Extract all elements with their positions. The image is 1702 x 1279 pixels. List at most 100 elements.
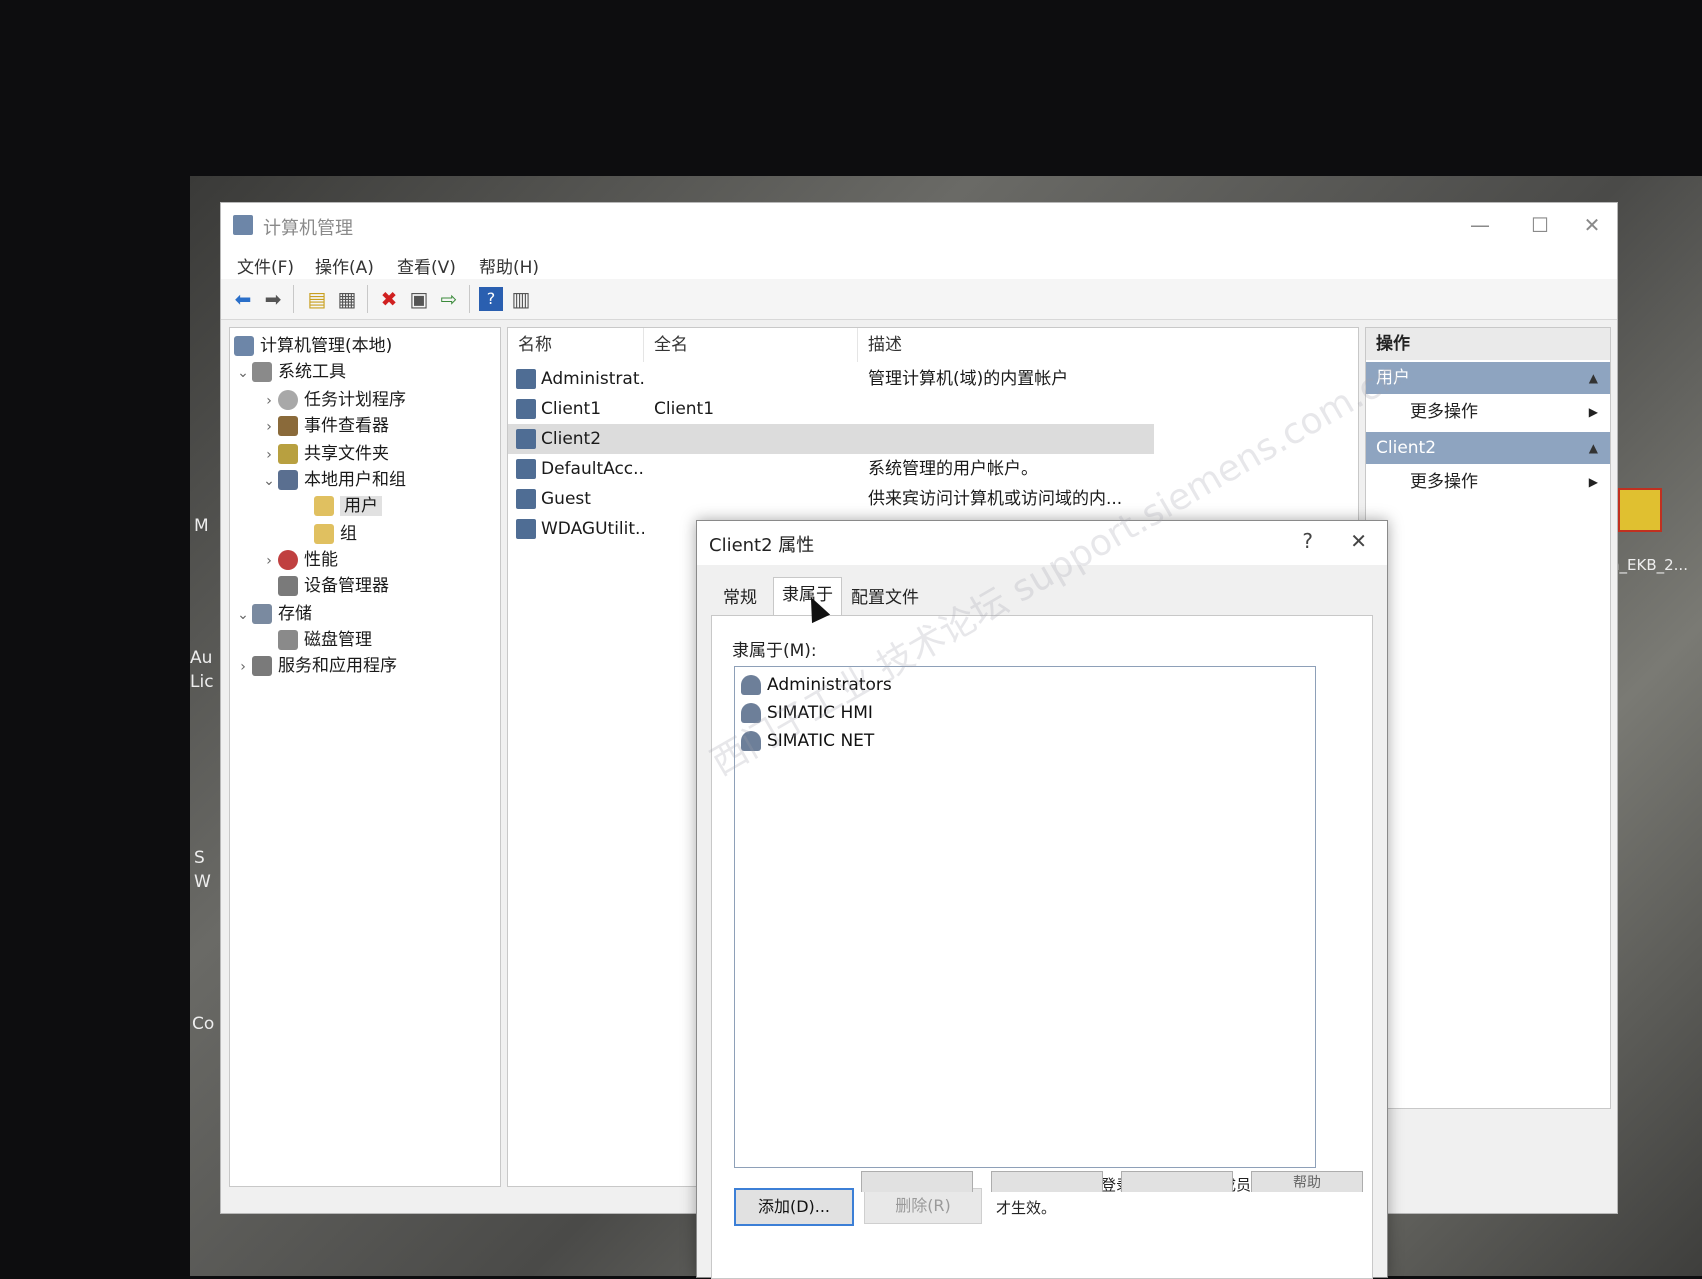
close-icon[interactable]: ✕: [1350, 529, 1367, 553]
tree-item-event-viewer[interactable]: › 事件查看器: [260, 412, 389, 440]
more-actions-label: 更多操作: [1410, 472, 1478, 492]
chevron-right-icon[interactable]: ›: [260, 547, 278, 575]
chevron-down-icon[interactable]: ⌄: [234, 359, 252, 387]
tree-item-shared-folders[interactable]: › 共享文件夹: [260, 440, 389, 468]
action-pane-icon[interactable]: ▥: [509, 287, 533, 311]
close-icon[interactable]: ✕: [1575, 211, 1609, 239]
desktop-icon-label: M: [194, 516, 209, 536]
tree-item-users[interactable]: 用户: [314, 492, 382, 520]
desktop-icon-label: W: [194, 872, 211, 892]
group-name: SIMATIC HMI: [767, 703, 873, 723]
list-item[interactable]: SIMATIC HMI: [741, 699, 873, 727]
list-item[interactable]: SIMATIC NET: [741, 727, 874, 755]
tree-item-services-apps[interactable]: › 服务和应用程序: [234, 652, 397, 680]
actions-group-label: 用户: [1376, 368, 1410, 388]
table-row[interactable]: Administrat... 管理计算机(域)的内置帐户: [508, 364, 1358, 394]
desktop-app-icon[interactable]: [1618, 488, 1662, 532]
column-header-description[interactable]: 描述: [858, 328, 1358, 362]
ok-button[interactable]: [861, 1171, 973, 1192]
actions-group-users[interactable]: 用户 ▲: [1366, 362, 1610, 394]
remove-button[interactable]: 删除(R): [864, 1188, 982, 1224]
more-actions-item[interactable]: 更多操作 ▶: [1366, 396, 1610, 428]
clock-icon: [278, 390, 298, 410]
back-arrow-icon[interactable]: ⬅: [231, 287, 255, 311]
table-row[interactable]: Client1 Client1: [508, 394, 1358, 424]
tree-item-groups[interactable]: 组: [314, 520, 357, 548]
folder-icon: [314, 496, 334, 516]
toolbar-separator: [293, 285, 294, 313]
show-hide-tree-icon[interactable]: ▦: [335, 287, 359, 311]
delete-icon[interactable]: ✖: [377, 287, 401, 311]
desktop-icon-label: Au: [190, 648, 213, 668]
chevron-right-icon[interactable]: ›: [234, 653, 252, 681]
tree-item-system-tools[interactable]: ⌄ 系统工具: [234, 358, 346, 386]
chevron-down-icon[interactable]: ⌄: [234, 601, 252, 629]
chevron-down-icon[interactable]: ⌄: [260, 467, 278, 495]
tree-item-disk-management[interactable]: 磁盘管理: [278, 626, 372, 654]
user-icon: [516, 369, 536, 389]
actions-title: 操作: [1366, 328, 1610, 360]
user-name: DefaultAcc...: [541, 459, 644, 479]
disk-icon: [278, 630, 298, 650]
shared-folder-icon: [278, 444, 298, 464]
forward-arrow-icon[interactable]: ➡: [261, 287, 285, 311]
tools-icon: [252, 362, 272, 382]
toolbar-separator: [469, 285, 470, 313]
tab-profile[interactable]: 配置文件: [843, 581, 927, 615]
chevron-right-icon[interactable]: ›: [260, 413, 278, 441]
chevron-right-icon[interactable]: ›: [260, 387, 278, 415]
tree-item-device-manager[interactable]: 设备管理器: [278, 572, 389, 600]
member-of-label: 隶属于(M):: [732, 641, 817, 661]
tree-item-local-users-groups[interactable]: ⌄ 本地用户和组: [260, 466, 406, 494]
dialog-title: Client2 属性: [709, 535, 815, 556]
tree-item-task-scheduler[interactable]: › 任务计划程序: [260, 386, 406, 414]
menu-help[interactable]: 帮助(H): [479, 253, 539, 278]
actions-group-client2[interactable]: Client2 ▲: [1366, 432, 1610, 464]
list-item[interactable]: Administrators: [741, 671, 892, 699]
table-row[interactable]: Guest 供来宾访问计算机或访问域的内...: [508, 484, 1358, 514]
more-actions-label: 更多操作: [1410, 402, 1478, 422]
user-name: WDAGUtilit...: [541, 519, 644, 539]
minimize-icon[interactable]: —: [1463, 211, 1497, 239]
tree-item-root[interactable]: 计算机管理(本地): [234, 332, 392, 360]
desktop-icon-label: Co: [192, 1014, 215, 1034]
toolbar-separator: [367, 285, 368, 313]
help-icon[interactable]: ?: [479, 287, 503, 311]
chevron-right-icon[interactable]: ›: [260, 441, 278, 469]
collapse-up-icon[interactable]: ▲: [1589, 432, 1598, 464]
tab-general[interactable]: 常规: [715, 581, 765, 615]
title-bar[interactable]: 计算机管理 — ☐ ✕: [221, 203, 1617, 247]
submenu-arrow-icon: ▶: [1588, 475, 1598, 489]
more-actions-item[interactable]: 更多操作 ▶: [1366, 466, 1610, 498]
group-membership-list[interactable]: Administrators SIMATIC HMI SIMATIC NET: [734, 666, 1316, 1168]
maximize-icon[interactable]: ☐: [1523, 211, 1557, 239]
export-list-icon[interactable]: ⇨: [437, 287, 461, 311]
table-row[interactable]: DefaultAcc... 系统管理的用户帐户。: [508, 454, 1358, 484]
menu-action[interactable]: 操作(A): [315, 253, 374, 278]
group-icon: [741, 731, 761, 751]
cancel-button[interactable]: [991, 1171, 1103, 1192]
tree-item-performance[interactable]: › 性能: [260, 546, 338, 574]
event-log-icon: [278, 416, 298, 436]
collapse-up-icon[interactable]: ▲: [1589, 362, 1598, 394]
add-button[interactable]: 添加(D)...: [734, 1188, 854, 1226]
apply-button[interactable]: [1121, 1171, 1233, 1192]
dialog-title-bar[interactable]: Client2 属性 ? ✕: [697, 521, 1387, 565]
help-button[interactable]: 帮助: [1251, 1171, 1363, 1192]
desktop-icon-label: Lic: [190, 672, 214, 692]
column-header-fullname[interactable]: 全名: [644, 328, 858, 362]
group-name: SIMATIC NET: [767, 731, 875, 751]
tree-item-storage[interactable]: ⌄ 存储: [234, 600, 312, 628]
user-description: 供来宾访问计算机或访问域的内...: [868, 489, 1123, 509]
up-folder-icon[interactable]: ▤: [305, 287, 329, 311]
group-icon: [741, 675, 761, 695]
properties-icon[interactable]: ▣: [407, 287, 431, 311]
help-icon[interactable]: ?: [1302, 529, 1313, 553]
column-header-name[interactable]: 名称: [508, 328, 644, 362]
table-row[interactable]: Client2: [508, 424, 1154, 454]
desktop-icon-label: n_EKB_2...: [1610, 556, 1688, 574]
menu-view[interactable]: 查看(V): [397, 253, 456, 278]
menu-file[interactable]: 文件(F): [237, 253, 294, 278]
user-name: Administrat...: [541, 369, 644, 389]
user-icon: [516, 519, 536, 539]
